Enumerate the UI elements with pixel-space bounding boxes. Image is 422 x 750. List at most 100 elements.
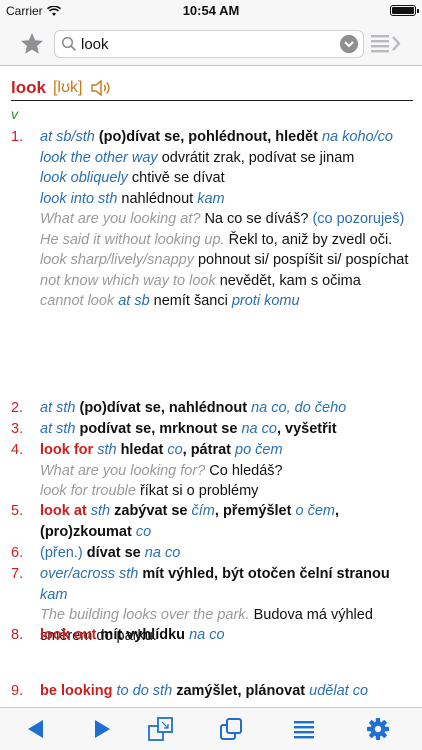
pronunciation: [lʊk] xyxy=(52,79,83,96)
link-text[interactable]: look into sth xyxy=(40,191,121,207)
example-line: What are you looking for? Co hledáš? xyxy=(40,461,413,482)
sense-body: look out mít vyhlídku na co xyxy=(40,625,413,646)
sense-number: 2. xyxy=(11,400,24,416)
text-segment: , přemýšlet xyxy=(214,503,296,519)
link-text[interactable]: co xyxy=(167,442,182,458)
sense-9: 9. be looking to do sth zamýšlet, plánova… xyxy=(11,681,413,702)
link-text[interactable]: to do sth xyxy=(117,683,177,699)
sense-definition: (přen.) dívat se na co xyxy=(40,543,413,564)
list-icon[interactable] xyxy=(290,716,318,742)
link-text[interactable]: look the other way xyxy=(40,150,162,166)
text-segment: chtivě se dívat xyxy=(131,170,225,186)
sense-body: at sth (po)dívat se, nahlédnout na co, d… xyxy=(40,398,413,419)
sense-definition: be looking to do sth zamýšlet, plánovat … xyxy=(40,681,413,702)
results-list-icon[interactable] xyxy=(370,32,404,56)
link-text[interactable]: at sb xyxy=(118,293,153,309)
text-segment: pohnout si/ pospíšit si/ pospíchat xyxy=(197,252,409,268)
example-line: cannot look at sb nemít šanci proti komu xyxy=(40,291,413,312)
cards-icon[interactable] xyxy=(147,716,175,742)
link-text[interactable]: (co pozoruješ) xyxy=(312,211,404,227)
text-segment: Co hledáš? xyxy=(209,462,283,479)
sense-body: look at sth zabývat se čím, přemýšlet o … xyxy=(40,501,413,542)
text-segment: zabývat se xyxy=(114,503,192,519)
link-text[interactable]: at sb/sth xyxy=(40,129,99,145)
sense-body: at sb/sth (po)dívat se, pohlédnout, hled… xyxy=(40,127,413,312)
battery-icon xyxy=(390,5,419,16)
text-segment: Na co se díváš? xyxy=(204,211,313,227)
example-line: look for trouble říkat si o problémy xyxy=(40,481,413,502)
sense-number: 3. xyxy=(11,421,24,437)
text-segment: podívat se, mrknout se xyxy=(79,421,242,437)
text-segment: odvrátit zrak, podívat se jinam xyxy=(161,149,355,166)
text-segment: look at xyxy=(40,503,91,519)
sense-number: 8. xyxy=(11,627,24,643)
sense-number: 6. xyxy=(11,545,24,561)
text-segment: Řekl to, aniž by zvedl oči. xyxy=(228,231,393,248)
link-text[interactable]: (přen.) xyxy=(40,545,87,561)
headword-row: look [lʊk] xyxy=(11,76,112,100)
sense-definition: at sb/sth (po)dívat se, pohlédnout, hled… xyxy=(40,127,413,148)
link-text[interactable]: na co xyxy=(145,545,180,561)
text-segment: be looking xyxy=(40,683,117,699)
text-segment: He said it without looking up. xyxy=(40,231,229,248)
battery-level xyxy=(392,7,414,14)
part-of-speech: v xyxy=(11,106,18,122)
status-bar: Carrier 10:54 AM xyxy=(0,0,422,22)
example-line: look the other way odvrátit zrak, podíva… xyxy=(40,148,413,169)
sense-body: at sth podívat se, mrknout se na co, vyš… xyxy=(40,419,413,440)
link-text[interactable]: na co, do čeho xyxy=(251,400,346,416)
link-text[interactable]: po čem xyxy=(235,442,283,458)
link-text[interactable]: na koho/co xyxy=(322,129,393,145)
text-segment: The building looks over the park. xyxy=(40,607,254,623)
link-text[interactable]: proti komu xyxy=(232,293,300,309)
text-segment: look out xyxy=(40,627,101,643)
settings-icon[interactable] xyxy=(364,716,392,742)
text-segment: hledat xyxy=(120,442,168,458)
link-text[interactable]: na co xyxy=(241,421,276,437)
sense-8: 8. look out mít vyhlídku na co xyxy=(11,625,413,646)
link-text[interactable]: look obliquely xyxy=(40,170,132,186)
link-text[interactable]: na co xyxy=(189,627,224,643)
text-segment: říkat si o problémy xyxy=(139,483,259,499)
text-segment: not know which way to look xyxy=(40,272,220,289)
text-segment: look for xyxy=(40,442,98,458)
sense-body: (přen.) dívat se na co xyxy=(40,543,413,564)
sense-definition: over/across sth mít výhled, být otočen č… xyxy=(40,564,413,605)
sense-2: 2. at sth (po)dívat se, nahlédnout na co,… xyxy=(11,398,413,419)
sense-definition: at sth (po)dívat se, nahlédnout na co, d… xyxy=(40,398,413,419)
sense-definition: look at sth zabývat se čím, přemýšlet o … xyxy=(40,501,413,542)
sense-number: 1. xyxy=(11,129,24,145)
search-field[interactable] xyxy=(54,30,364,58)
link-text[interactable]: čím xyxy=(192,503,215,519)
text-segment: look for trouble xyxy=(40,483,140,499)
link-text[interactable]: kam xyxy=(197,191,224,207)
text-segment: zamýšlet, plánovat xyxy=(176,683,310,699)
link-text[interactable]: at sth xyxy=(40,400,80,416)
chevron-down-icon[interactable] xyxy=(340,35,358,53)
copy-icon[interactable] xyxy=(217,716,245,742)
forward-icon[interactable] xyxy=(88,716,116,742)
sense-1: 1. at sb/sth (po)dívat se, pohlédnout, hl… xyxy=(11,127,413,312)
sense-definition: look for sth hledat co, pátrat po čem xyxy=(40,440,413,461)
sense-3: 3. at sth podívat se, mrknout se na co, v… xyxy=(11,419,413,440)
sense-6: 6. (přen.) dívat se na co xyxy=(11,543,413,564)
example-line: look sharp/lively/snappy pohnout si/ pos… xyxy=(40,250,413,271)
search-input[interactable] xyxy=(81,35,331,53)
back-icon[interactable] xyxy=(22,716,50,742)
link-text[interactable]: sth xyxy=(97,442,120,458)
sense-5: 5. look at sth zabývat se čím, přemýšlet … xyxy=(11,501,413,542)
speaker-icon[interactable] xyxy=(90,78,112,98)
text-segment: nevědět, kam s očima xyxy=(219,272,361,289)
link-text[interactable]: sth xyxy=(91,503,114,519)
example-line: He said it without looking up. Řekl to, … xyxy=(40,230,413,251)
link-text[interactable]: o čem xyxy=(295,503,335,519)
link-text[interactable]: kam xyxy=(40,587,67,603)
text-segment: cannot look xyxy=(40,293,119,309)
link-text[interactable]: over/across sth xyxy=(40,566,142,582)
link-text[interactable]: udělat co xyxy=(309,683,368,699)
sense-body: be looking to do sth zamýšlet, plánovat … xyxy=(40,681,413,702)
link-text[interactable]: co xyxy=(136,524,151,540)
favorite-star-icon[interactable] xyxy=(19,31,45,57)
link-text[interactable]: at sth xyxy=(40,421,80,437)
text-segment: What are you looking at? xyxy=(40,211,205,227)
